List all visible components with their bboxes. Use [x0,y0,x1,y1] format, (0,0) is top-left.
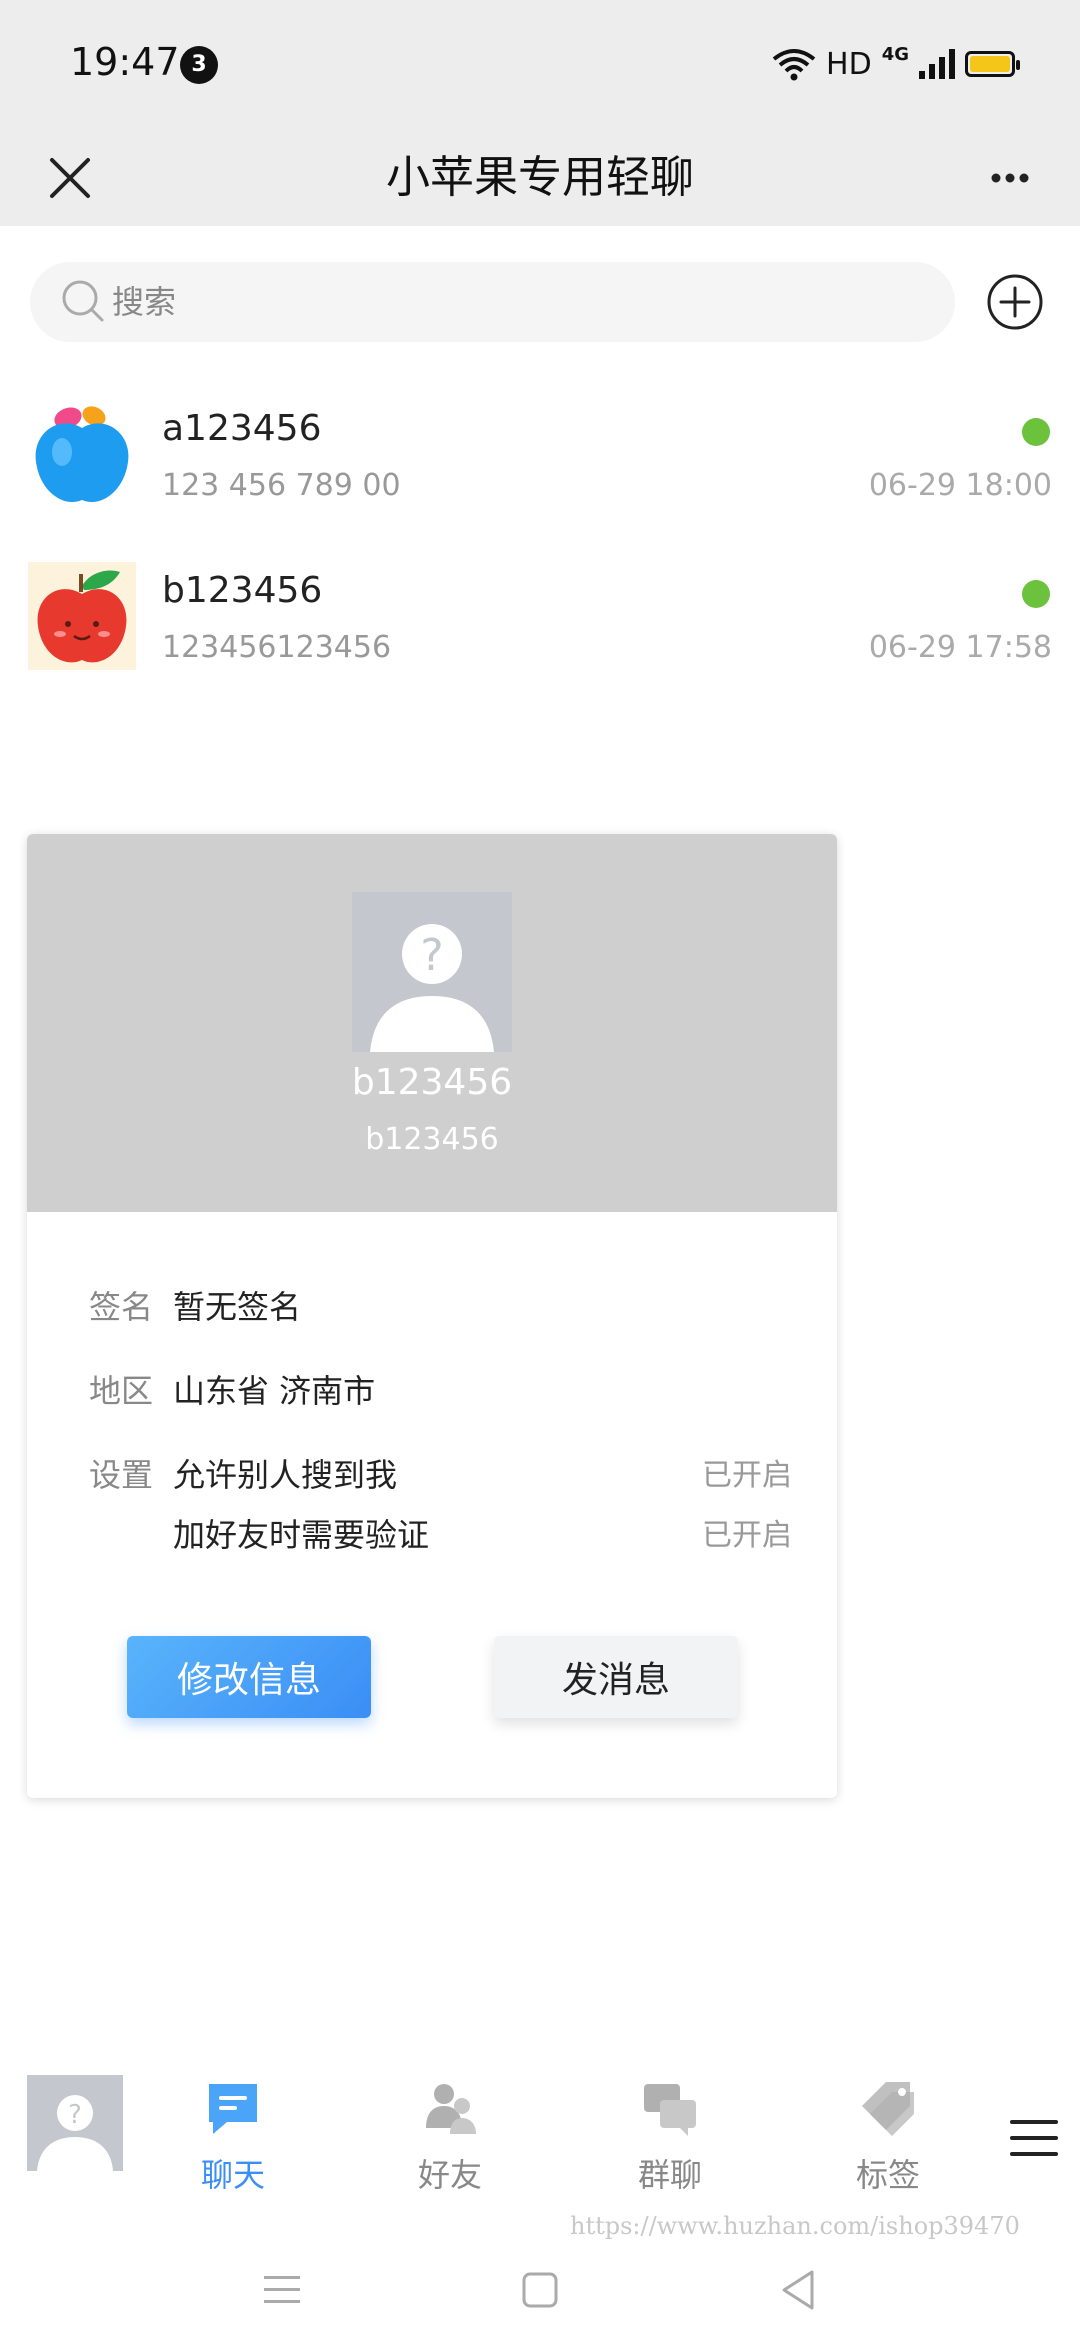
search-bar[interactable] [30,262,955,342]
signature-value: 暂无签名 [173,1288,302,1326]
red-apple-avatar [28,562,136,670]
chat-name: b123456 [162,570,323,611]
tab-chat-label: 聊天 [200,2156,265,2194]
chat-list-item[interactable]: a123456 123 456 789 00 06-29 18:00 [0,380,1080,540]
add-icon[interactable] [985,272,1045,332]
edit-info-button[interactable]: 修改信息 [127,1636,371,1718]
setting-searchable-state[interactable]: 已开启 [702,1450,792,1494]
online-indicator [1022,418,1050,446]
profile-card-header: ? b123456 b123456 [27,834,837,1212]
status-bar: 19:47 3 HD 4G [0,0,1080,130]
search-input[interactable] [112,262,912,342]
chat-list-item[interactable]: b123456 123456123456 06-29 17:58 [0,542,1080,702]
setting-searchable: 允许别人搜到我 [173,1456,398,1494]
page-title: 小苹果专用轻聊 [386,152,694,203]
wifi-icon [772,49,816,81]
svg-text:?: ? [68,2100,82,2130]
friends-icon [426,2084,476,2134]
default-avatar-icon: ? [352,892,512,1052]
chat-time: 06-29 18:00 [868,468,1052,503]
group-chat-icon [644,2084,696,2136]
profile-name: b123456 [351,1062,513,1103]
status-indicators: HD 4G [772,43,1020,84]
back-icon[interactable] [768,2260,828,2320]
chat-preview: 123 456 789 00 [162,468,401,503]
svg-text:?: ? [420,930,443,981]
menu-icon[interactable] [1006,2110,1062,2166]
tab-tags-label: 标签 [855,2156,920,2194]
chat-icon [209,2084,257,2134]
network-type: 4G [881,43,909,65]
recents-icon[interactable] [252,2260,312,2320]
tab-friends-label: 好友 [417,2156,482,2194]
profile-id: b123456 [365,1122,499,1157]
system-nav-bar [0,2240,1080,2340]
setting-verify: 加好友时需要验证 [173,1516,430,1554]
online-indicator [1022,580,1050,608]
profile-card: ? b123456 b123456 签名 暂无签名 地区 山东省 济南市 设置 … [27,834,837,1798]
setting-verify-state[interactable]: 已开启 [702,1510,792,1554]
watermark: https://www.huzhan.com/ishop39470 [570,2212,1020,2240]
battery-icon [965,51,1020,77]
tab-groups[interactable]: 群聊 [600,2070,740,2220]
home-icon[interactable] [510,2260,570,2320]
bottom-nav: ? 聊天 好友 群聊 标签 [0,2070,1080,2220]
user-avatar[interactable]: ? [27,2075,123,2171]
chat-name: a123456 [162,408,322,449]
more-icon[interactable] [970,138,1050,218]
tab-tags[interactable]: 标签 [818,2070,958,2220]
tag-icon [862,2082,914,2136]
hd-indicator: HD [826,46,872,82]
region-value: 山东省 济南市 [173,1372,376,1410]
status-time: 19:47 [70,40,180,84]
signature-label: 签名 [89,1288,154,1326]
tab-groups-label: 群聊 [637,2156,702,2194]
title-bar: 小苹果专用轻聊 [0,130,1080,226]
tab-friends[interactable]: 好友 [380,2070,520,2220]
tab-chat[interactable]: 聊天 [163,2070,303,2220]
blue-apple-avatar [28,400,136,508]
chat-preview: 123456123456 [162,630,392,665]
signal-icon [919,49,955,79]
region-label: 地区 [89,1372,154,1410]
chat-time: 06-29 17:58 [868,630,1052,665]
send-message-button[interactable]: 发消息 [494,1636,738,1718]
notification-badge: 3 [180,46,218,84]
search-icon [62,280,104,322]
settings-label: 设置 [89,1456,154,1494]
